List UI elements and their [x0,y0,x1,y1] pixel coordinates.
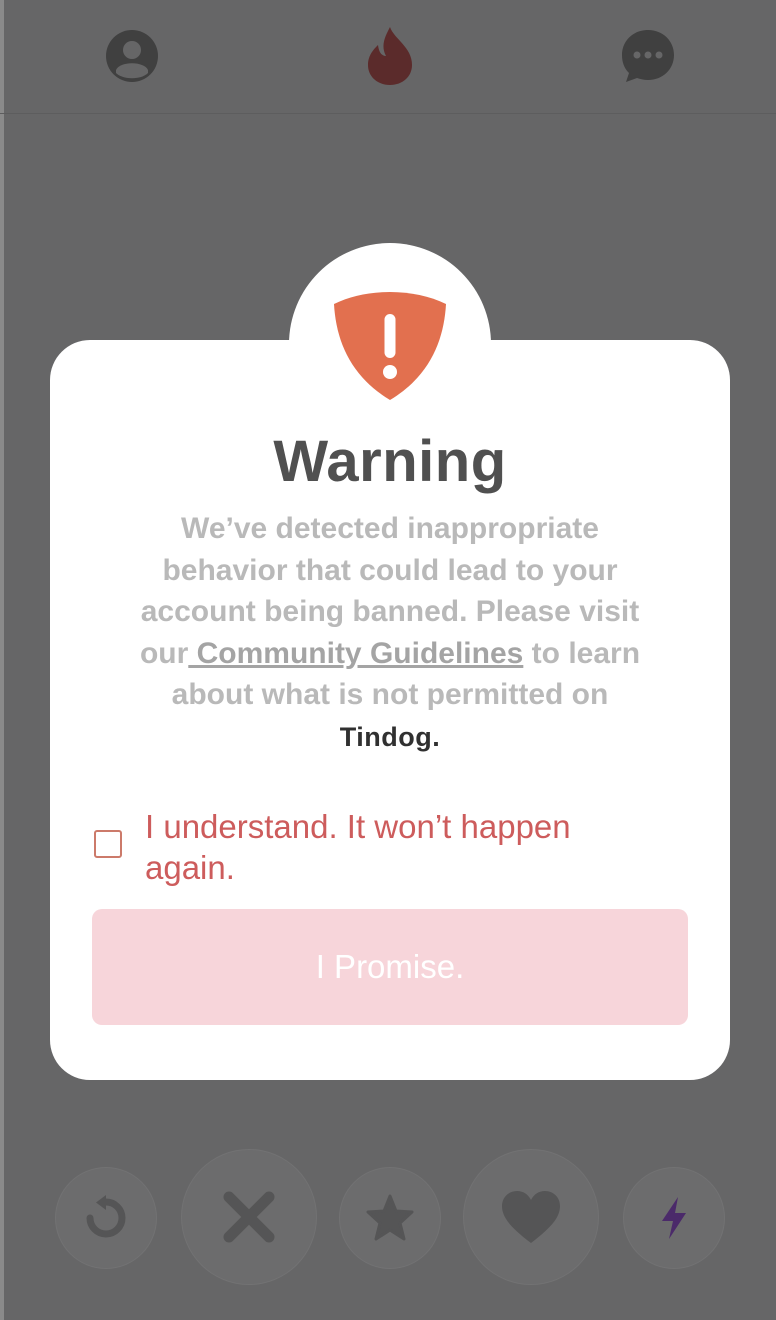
chat-icon[interactable] [620,28,676,84]
heart-icon [502,1191,560,1243]
rewind-icon [86,1195,126,1238]
brand-name: Tindog. [339,721,441,752]
understand-checkbox-label[interactable]: I understand. It won’t happen again. [145,806,615,888]
nope-button[interactable] [182,1150,316,1284]
flame-icon[interactable] [362,24,418,88]
super-like-button[interactable] [340,1168,440,1268]
community-guidelines-link[interactable]: Community Guidelines [188,637,524,670]
dialog-message: We’ve detected inappropriate behavior th… [120,508,660,758]
dialog-title: Warning [273,429,507,494]
top-nav [0,0,776,114]
shield-warning-icon [330,288,450,404]
star-icon [366,1194,414,1241]
promise-button[interactable]: I Promise. [92,909,688,1025]
like-button[interactable] [464,1150,598,1284]
understand-checkbox[interactable] [94,830,122,858]
profile-icon[interactable] [104,28,160,84]
rewind-button[interactable] [56,1168,156,1268]
boost-button[interactable] [624,1168,724,1268]
nope-x-icon [223,1191,275,1243]
lightning-icon [662,1197,686,1239]
